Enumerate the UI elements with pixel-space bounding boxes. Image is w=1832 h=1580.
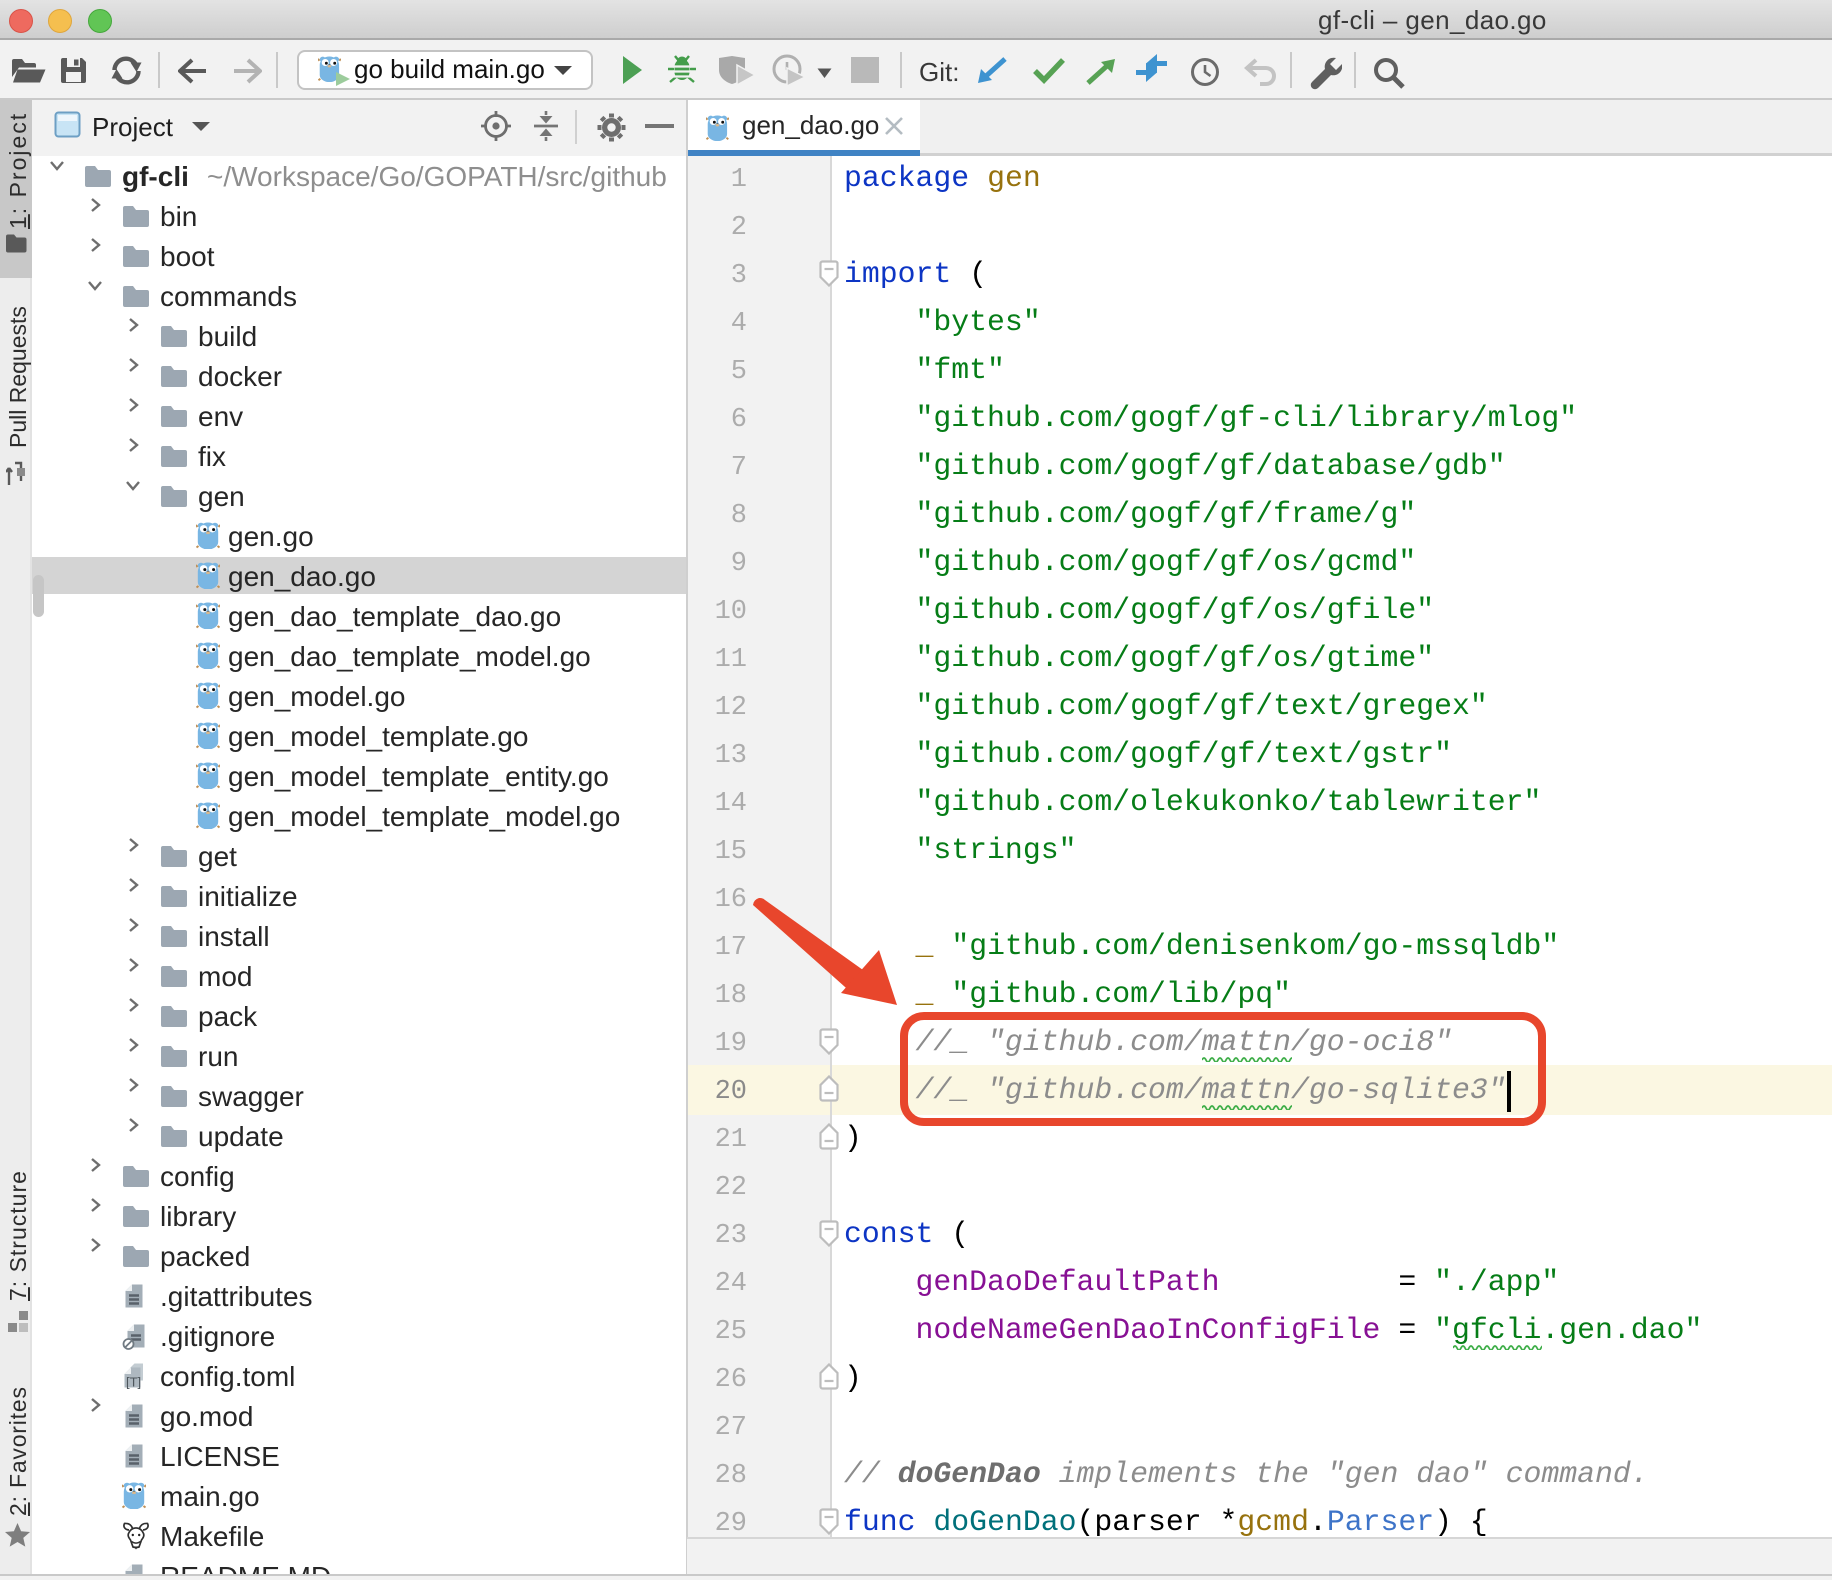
svg-text:[T]: [T] <box>126 1375 141 1390</box>
